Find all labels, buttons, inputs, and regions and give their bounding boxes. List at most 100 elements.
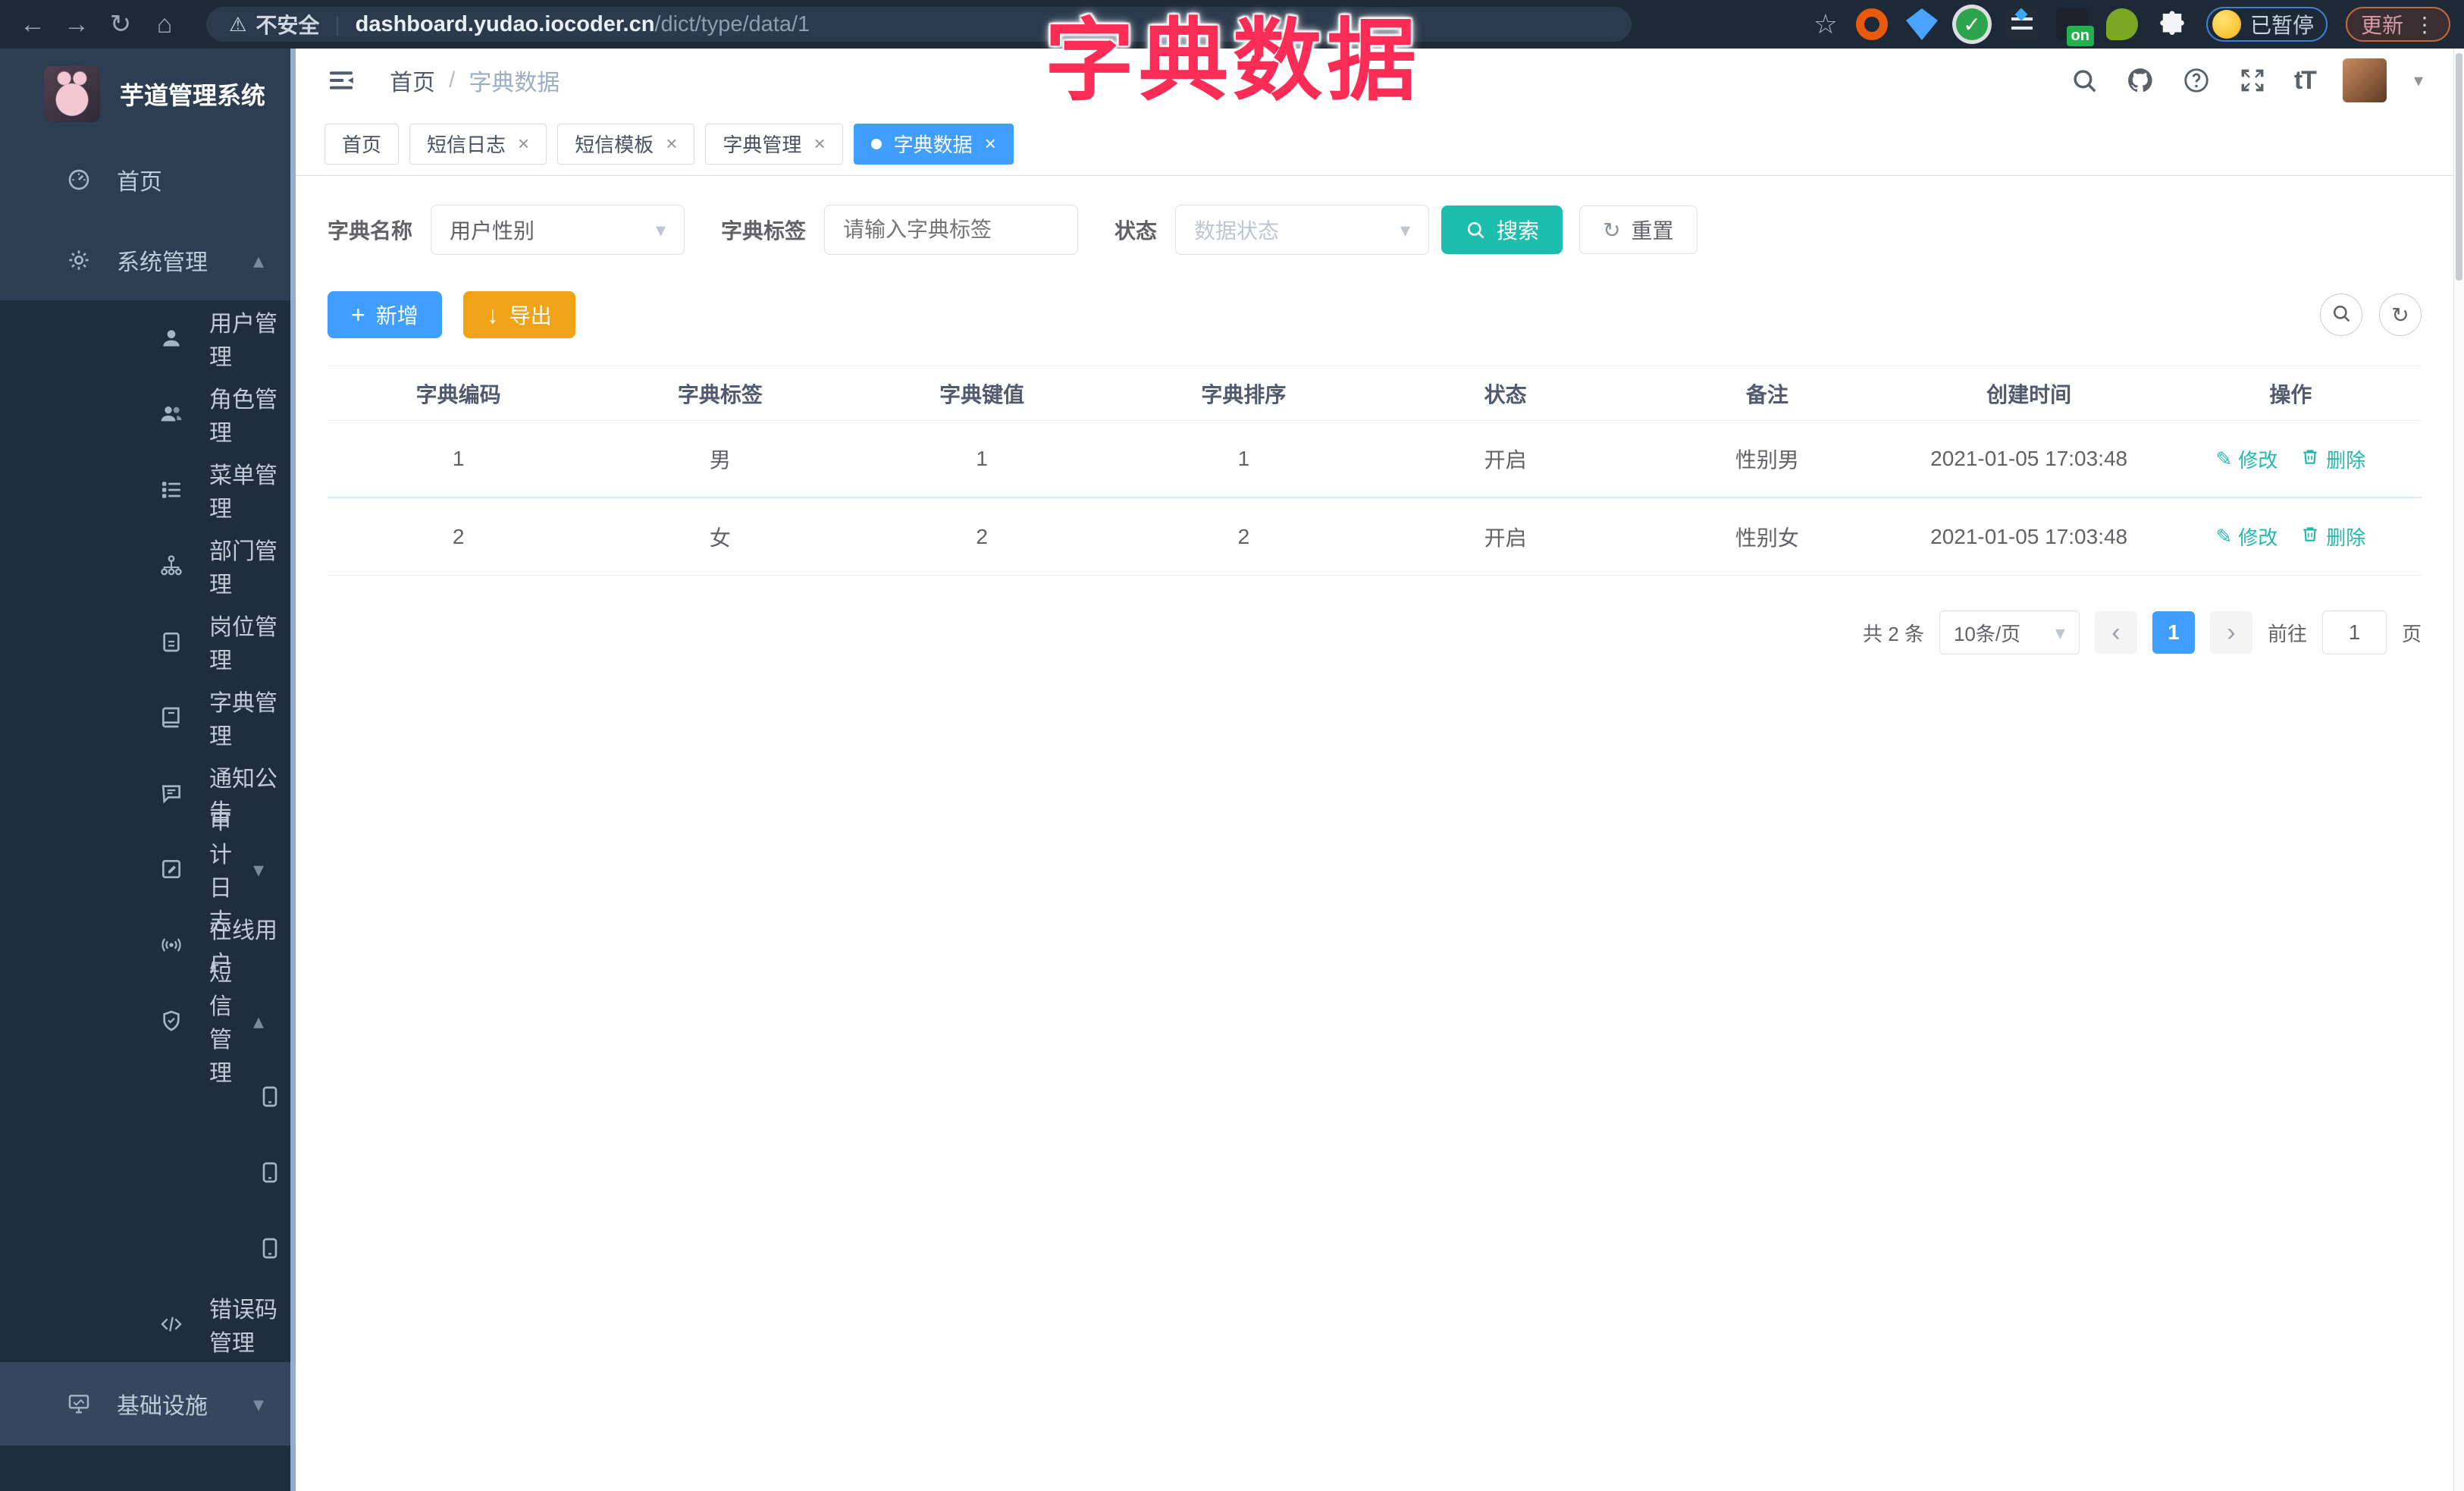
fullscreen-icon[interactable] xyxy=(2238,66,2267,95)
breadcrumb-home[interactable]: 首页 xyxy=(390,64,435,97)
goto-page-input[interactable] xyxy=(2321,611,2387,654)
sidebar-item-roles[interactable]: 角色管理 xyxy=(0,376,296,452)
edit-label: 修改 xyxy=(2238,448,2278,472)
github-icon[interactable] xyxy=(2126,66,2155,95)
main-area: 首页 / 字典数据 tT ▾ 首页 短信日志 × 短信模板 × 字典管理 × 字… xyxy=(296,49,2453,1491)
sidebar-item-menus[interactable]: 菜单管理 xyxy=(0,452,296,528)
window-scrollbar[interactable] xyxy=(2453,49,2464,1491)
edit-link[interactable]: ✎ 修改 xyxy=(2215,445,2277,473)
sidebar-item-sms-channel[interactable]: 短信渠道 xyxy=(0,1037,331,1162)
close-icon[interactable]: × xyxy=(985,132,996,155)
extension-sliders-icon[interactable] xyxy=(2005,8,2038,40)
sidebar-item-dict[interactable]: 字典管理 xyxy=(0,680,296,755)
annotation-overlay-title: 字典数据 xyxy=(1045,11,1422,111)
tab-label: 首页 xyxy=(342,133,382,156)
sidebar-item-sms-log[interactable]: 短信日志 xyxy=(0,1188,331,1314)
delete-link[interactable]: 删除 xyxy=(2300,523,2365,551)
search-icon[interactable] xyxy=(2070,66,2099,95)
delete-label: 删除 xyxy=(2326,448,2366,472)
avatar-caret-down-icon[interactable]: ▾ xyxy=(2414,70,2423,92)
kebab-menu-icon[interactable]: ⋮ xyxy=(2414,12,2435,37)
prev-page-button[interactable]: ‹ xyxy=(2094,611,2137,654)
sidebar-item-sms-template[interactable]: 短信模板 xyxy=(0,1113,331,1238)
table-settings: ↻ xyxy=(2320,293,2422,336)
chevron-down-icon: ▾ xyxy=(252,1392,264,1416)
chevron-up-icon: ▴ xyxy=(252,248,264,272)
current-page-button[interactable]: 1 xyxy=(2152,611,2195,654)
extension-orange-icon[interactable] xyxy=(1855,8,1888,40)
status-select[interactable]: 数据状态 ▾ xyxy=(1175,205,1430,255)
trash-icon xyxy=(2300,524,2320,549)
next-page-button[interactable]: › xyxy=(2209,611,2252,654)
user-avatar[interactable] xyxy=(2342,58,2387,102)
browser-forward-icon[interactable]: → xyxy=(55,10,99,39)
sidebar-item-label: 角色管理 xyxy=(209,388,277,446)
browser-back-icon[interactable]: ← xyxy=(11,10,55,39)
sidebar-item-sms[interactable]: 短信管理 ▴ xyxy=(0,961,296,1086)
filter-form: 字典名称 用户性别 ▾ 字典标签 状态 数据状态 ▾ 搜索 ↻ 重置 xyxy=(328,205,2422,255)
extension-blue-icon[interactable] xyxy=(1905,8,1938,40)
tab-dict-manage[interactable]: 字典管理 × xyxy=(705,123,843,165)
refresh-table-button[interactable]: ↻ xyxy=(2379,293,2422,336)
dict-label-input[interactable] xyxy=(824,205,1079,255)
sidebar-filler xyxy=(0,1445,296,1491)
help-icon[interactable] xyxy=(2182,66,2211,95)
close-icon[interactable]: × xyxy=(813,132,825,155)
toggle-search-button[interactable] xyxy=(2320,293,2362,336)
cell-code: 1 xyxy=(452,447,465,470)
dict-name-select[interactable]: 用户性别 ▾ xyxy=(431,205,685,255)
pencil-icon: ✎ xyxy=(2215,447,2233,470)
browser-home-icon[interactable]: ⌂ xyxy=(143,10,187,39)
sidebar-item-label: 用户管理 xyxy=(209,312,277,370)
sidebar-item-system[interactable]: 系统管理 ▴ xyxy=(0,220,296,300)
sidebar-item-users[interactable]: 用户管理 xyxy=(0,300,296,376)
sidebar-item-infra[interactable]: 基础设施 ▾ xyxy=(0,1362,296,1445)
tab-sms-template[interactable]: 短信模板 × xyxy=(557,123,695,165)
table-row[interactable]: 2 女 2 2 开启 性别女 2021-01-05 17:03:48 ✎ 修改 … xyxy=(328,498,2422,576)
browser-update-button[interactable]: 更新 ⋮ xyxy=(2345,7,2450,42)
sidebar-item-audit-log[interactable]: 审计日志 ▾ xyxy=(0,809,296,934)
text-size-icon[interactable]: tT xyxy=(2294,66,2317,96)
export-button[interactable]: ↓ 导出 xyxy=(462,291,575,338)
export-button-label: 导出 xyxy=(509,304,552,328)
logo-image xyxy=(44,66,100,122)
sidebar-item-departments[interactable]: 部门管理 xyxy=(0,528,296,604)
sidebar-collapse-icon[interactable] xyxy=(326,65,356,96)
col-header: 字典标签 xyxy=(677,382,763,406)
extension-leaf-icon[interactable] xyxy=(2105,8,2138,40)
close-icon[interactable]: × xyxy=(518,132,529,155)
scrollbar-thumb[interactable] xyxy=(2456,53,2462,281)
sidebar-item-posts[interactable]: 岗位管理 xyxy=(0,604,296,680)
reset-button-label: 重置 xyxy=(1631,219,1674,243)
table-row[interactable]: 1 男 1 1 开启 性别男 2021-01-05 17:03:48 ✎ 修改 … xyxy=(328,421,2422,498)
col-header: 字典键值 xyxy=(939,382,1025,406)
bookmark-star-icon[interactable]: ☆ xyxy=(1814,8,1838,40)
extension-on-icon[interactable]: on xyxy=(2055,8,2094,46)
add-button[interactable]: + 新增 xyxy=(328,291,442,338)
sidebar-item-error-code[interactable]: 错误码管理 xyxy=(0,1286,296,1362)
tab-home[interactable]: 首页 xyxy=(324,123,400,165)
edit-link[interactable]: ✎ 修改 xyxy=(2215,523,2277,551)
sidebar-scrollbar[interactable] xyxy=(290,49,296,1491)
profile-paused-badge[interactable]: 已暂停 xyxy=(2205,7,2328,42)
reset-button[interactable]: ↻ 重置 xyxy=(1579,206,1698,254)
tab-dict-data[interactable]: 字典数据 × xyxy=(853,123,1014,165)
sidebar-item-label: 系统管理 xyxy=(117,250,208,275)
cell-label: 男 xyxy=(709,448,731,472)
extension-green-check-icon[interactable]: ✓ xyxy=(1955,8,1988,40)
cell-remark: 性别女 xyxy=(1735,526,1799,550)
page-size-select[interactable]: 10条/页 ▾ xyxy=(1939,611,2080,654)
id-badge-icon xyxy=(159,629,183,654)
code-icon xyxy=(159,1312,183,1336)
delete-link[interactable]: 删除 xyxy=(2300,445,2365,473)
search-button[interactable]: 搜索 xyxy=(1441,206,1563,254)
extensions-puzzle-icon[interactable] xyxy=(2156,8,2188,40)
breadcrumb-current: 字典数据 xyxy=(469,71,560,96)
browser-reload-icon[interactable]: ↻ xyxy=(99,9,143,39)
tab-sms-log[interactable]: 短信日志 × xyxy=(409,123,547,165)
cell-actions: ✎ 修改 删除 xyxy=(2160,523,2422,551)
close-icon[interactable]: × xyxy=(666,132,677,155)
sidebar-logo[interactable]: 芋道管理系统 xyxy=(0,49,296,140)
pagination: 共 2 条 10条/页 ▾ ‹ 1 › 前往 页 xyxy=(328,611,2422,654)
sidebar-item-home[interactable]: 首页 xyxy=(0,140,296,220)
